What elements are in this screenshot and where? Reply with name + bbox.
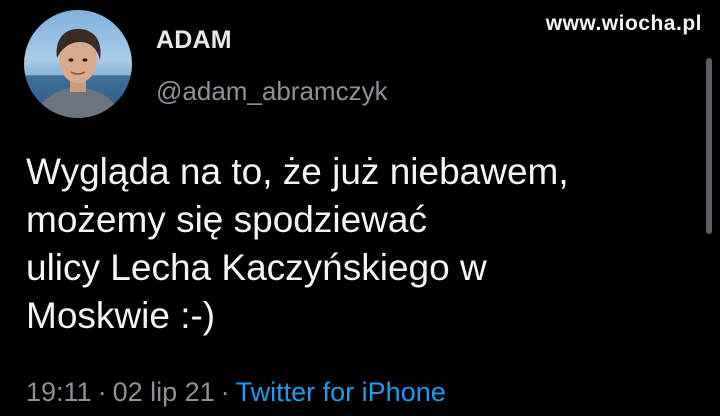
- author-display-name[interactable]: ADAM: [156, 26, 232, 55]
- profile-photo-icon: [34, 28, 122, 118]
- meta-separator: ·: [220, 377, 230, 407]
- scrollbar[interactable]: [706, 58, 712, 234]
- tweet-date: 02 lip 21: [112, 377, 215, 407]
- meta-separator: ·: [97, 377, 107, 407]
- tweet-detail: ADAM @adam_abramczyk www.wiocha.pl Wyglą…: [0, 0, 720, 416]
- tweet-client-link[interactable]: Twitter for iPhone: [236, 377, 446, 407]
- tweet-time: 19:11: [26, 377, 92, 407]
- tweet-text: Wygląda na to, że już niebawem, możemy s…: [26, 151, 569, 336]
- tweet-meta: 19:11 · 02 lip 21 · Twitter for iPhone: [26, 377, 446, 408]
- avatar[interactable]: [24, 10, 132, 118]
- watermark: www.wiocha.pl: [545, 12, 702, 35]
- author-handle[interactable]: @adam_abramczyk: [156, 76, 388, 107]
